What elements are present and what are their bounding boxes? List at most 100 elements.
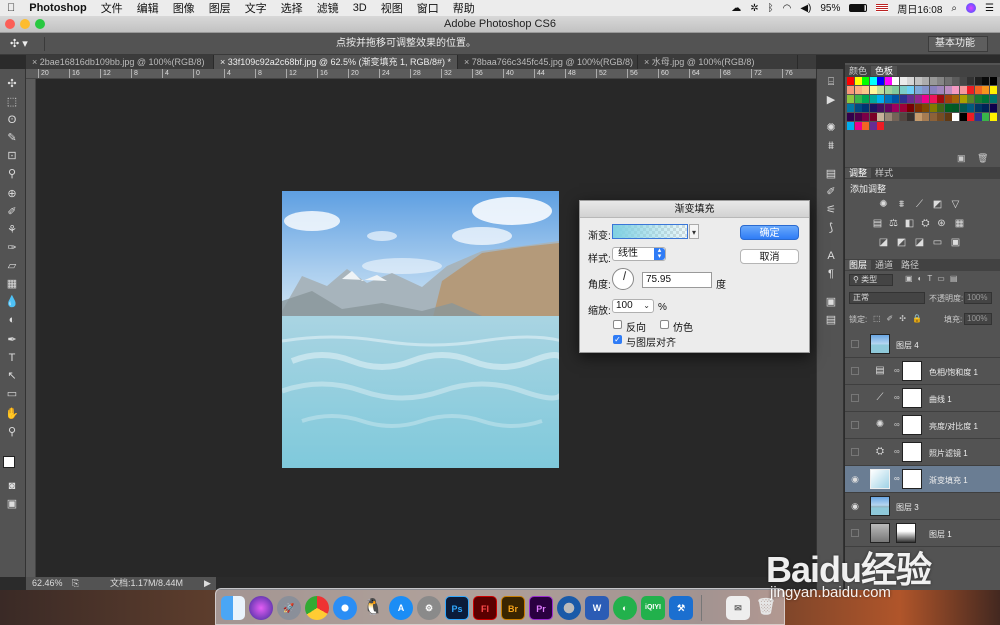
bluetooth-icon[interactable]: ᛒ [768,3,774,14]
color-swatch[interactable] [989,77,997,85]
color-swatch[interactable] [929,77,937,85]
visibility-toggle[interactable] [851,340,859,348]
color-swatch[interactable] [884,86,892,94]
color-swatch[interactable] [862,95,869,103]
share-icon[interactable]: ⎘ [72,577,79,590]
color-swatch[interactable] [974,77,982,85]
quicktime-icon[interactable] [557,596,581,620]
layer-name[interactable]: 渐变填充 1 [929,475,968,486]
cloud-icon[interactable]: ☁ [731,3,741,14]
invert-icon[interactable]: ◪ [878,237,889,248]
color-swatch[interactable] [907,113,914,121]
color-swatch[interactable] [944,95,952,103]
chrome-icon[interactable] [305,596,329,620]
color-swatch[interactable] [892,77,899,85]
color-swatch[interactable] [989,95,997,103]
color-swatch[interactable] [862,122,869,130]
screen-mode-icon[interactable]: ▣ [5,497,19,511]
tab-adjustments[interactable]: 调整 [845,168,872,178]
align-with-layer-label[interactable]: 与图层对齐 [626,334,676,349]
adjust-icon[interactable]: ⚟ [824,203,838,217]
bridge-dock-icon[interactable]: Br [501,596,525,620]
color-swatch[interactable] [847,104,854,112]
history-brush-tool-icon[interactable]: ✑ [5,241,19,255]
menu-edit[interactable]: 编辑 [130,0,166,16]
safari-icon[interactable] [333,596,357,620]
info-icon[interactable]: ▤ [824,167,838,181]
color-swatch[interactable] [847,95,854,103]
style-select[interactable]: 线性 ▴ ▾ [612,247,666,261]
color-swatch[interactable] [892,86,899,94]
gradient-map-icon[interactable]: ▭ [932,237,943,248]
gradient-dropdown-icon[interactable]: ▾ [689,224,699,239]
color-swatch[interactable] [982,104,989,112]
color-swatch[interactable] [989,113,997,121]
menu-image[interactable]: 图像 [166,0,202,16]
color-swatch[interactable] [854,104,862,112]
selective-color-icon[interactable]: ▣ [950,237,961,248]
color-swatch[interactable] [899,113,907,121]
delete-swatch-icon[interactable]: 🗑 [977,153,988,164]
dither-label[interactable]: 仿色 [673,319,693,334]
character-icon[interactable]: A [824,249,838,263]
layer-name[interactable]: 色相/饱和度 1 [929,367,978,378]
color-swatch[interactable] [899,86,907,94]
black-white-icon[interactable]: ◧ [904,218,915,229]
color-swatch[interactable] [937,113,944,121]
tool-presets-icon[interactable]: ✐ [824,185,838,199]
color-swatch[interactable] [914,104,922,112]
list-icon[interactable]: ☰ [985,3,994,14]
color-swatch[interactable] [967,95,974,103]
photo-filter-icon[interactable]: ⛭ [920,218,931,229]
color-swatch[interactable] [869,86,877,94]
color-swatch[interactable] [869,77,877,85]
layer-row[interactable]: ▤ ∞ 色相/饱和度 1 [845,358,1000,385]
color-swatch[interactable] [967,86,974,94]
document-tab[interactable]: × 2bae16816db109bb.jpg @ 100%(RGB/8) [26,55,214,69]
foreground-color-swatch[interactable] [3,456,15,468]
close-window-button[interactable] [5,19,15,29]
tab-channels[interactable]: 通道 [871,260,897,270]
path-selection-tool-icon[interactable]: ↖ [5,369,19,383]
color-swatch[interactable] [982,113,989,121]
qq-icon[interactable]: 🐧 [361,596,385,620]
color-swatch[interactable] [847,113,854,121]
color-swatch[interactable] [989,104,997,112]
layer-row[interactable]: ◉ 图层 3 [845,493,1000,520]
gradient-tool-icon[interactable]: ▦ [5,277,19,291]
color-swatch[interactable] [914,77,922,85]
color-swatch[interactable] [847,122,854,130]
color-swatch[interactable] [877,77,884,85]
color-swatch[interactable] [869,104,877,112]
shape-tool-icon[interactable]: ▭ [5,387,19,401]
color-swatch[interactable] [892,104,899,112]
scale-select[interactable]: 100 ⌄ [612,299,654,313]
color-swatch[interactable] [899,104,907,112]
color-swatch[interactable] [877,104,884,112]
layer-name[interactable]: 照片滤镜 1 [929,448,968,459]
color-swatch[interactable] [869,122,877,130]
flag-icon[interactable] [876,4,889,12]
zoom-tool-icon[interactable]: ⚲ [5,425,19,439]
visibility-toggle[interactable] [851,421,859,429]
battery-text[interactable]: 95% [820,3,840,14]
xcode-icon[interactable]: ⚒ [669,596,693,620]
notes-icon[interactable]: ▤ [824,313,838,327]
color-swatch[interactable] [862,77,869,85]
layer-mask-thumbnail[interactable] [902,388,922,408]
tab-paths[interactable]: 路径 [897,260,923,270]
color-swatch[interactable] [959,95,967,103]
color-swatch[interactable] [937,104,944,112]
color-swatch[interactable] [884,104,892,112]
brightness-icon[interactable]: ✺ [824,121,838,135]
color-swatch[interactable] [922,104,929,112]
color-swatch[interactable] [884,113,892,121]
color-swatch[interactable] [982,95,989,103]
color-swatch[interactable] [854,77,862,85]
color-swatch[interactable] [952,104,959,112]
color-swatch[interactable] [944,77,952,85]
move-tool-preset-icon[interactable]: ✣ ▾ [10,33,28,55]
ok-button[interactable]: 确定 [740,225,799,240]
layer-mask-thumbnail[interactable] [902,442,922,462]
battery-icon[interactable] [849,4,868,12]
